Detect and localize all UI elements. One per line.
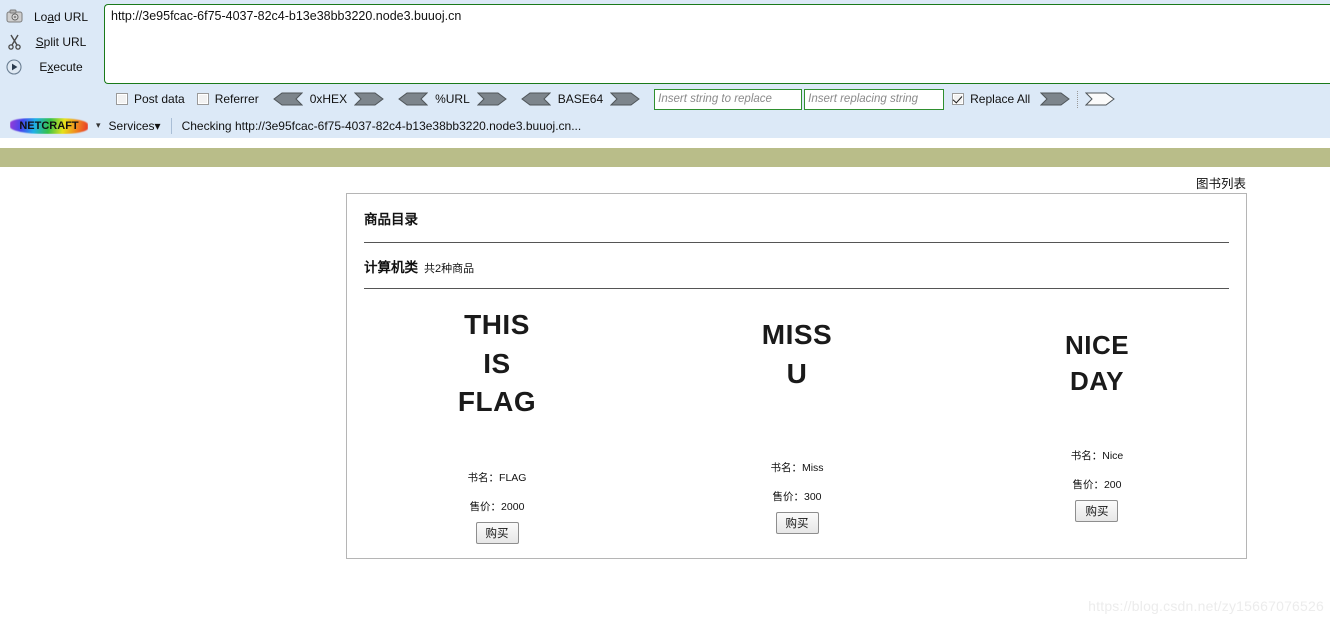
post-data-checkbox[interactable]: Post data: [116, 92, 185, 106]
url-input[interactable]: http://3e95fcac-6f75-4037-82c4-b13e38bb3…: [104, 4, 1330, 84]
split-url-label: Split URL: [35, 34, 87, 49]
product-name: 书名：Miss: [770, 462, 824, 474]
hackbar-options-row: Post data Referrer 0xHEX %URL BASE64 Ins…: [0, 86, 1330, 112]
referrer-checkbox[interactable]: Referrer: [196, 92, 259, 106]
load-url-label: Load URL: [33, 9, 89, 24]
url-input-value: http://3e95fcac-6f75-4037-82c4-b13e38bb3…: [111, 9, 462, 23]
product-meta: 书名：FLAG 售价：2000 购买: [467, 470, 527, 544]
post-data-checkbox-box[interactable]: [116, 93, 128, 105]
product-list: THIS IS FLAG 书名：FLAG 售价：2000 购买 MISS U 书…: [347, 306, 1248, 544]
split-url-button[interactable]: Split URL: [0, 29, 98, 54]
decode-left-arrow-icon[interactable]: [520, 92, 551, 106]
encoder-base64-group: BASE64: [520, 92, 640, 106]
encoder-hex-group: 0xHEX: [272, 92, 384, 106]
replace-apply-arrow-icon[interactable]: [1040, 92, 1071, 106]
product-name: 书名：FLAG: [467, 472, 527, 484]
toolbar-divider: [1077, 90, 1079, 108]
replace-to-input[interactable]: [804, 88, 945, 110]
cover-line: FLAG: [457, 386, 537, 418]
cover-line: U: [786, 357, 808, 389]
replace-from-input[interactable]: [654, 88, 803, 110]
category-divider: [364, 288, 1229, 289]
replace-all-checkbox[interactable]: Replace All: [952, 92, 1030, 106]
decode-left-arrow-icon[interactable]: [272, 92, 303, 106]
decode-left-arrow-icon[interactable]: [398, 92, 429, 106]
execute-button[interactable]: Execute: [0, 54, 98, 79]
page-content: 图书列表 商品目录 计算机类 共2种商品 THIS IS FLAG 书名：FLA…: [0, 167, 1330, 622]
product-price: 售价：2000: [469, 501, 525, 513]
product-name: 书名：Nice: [1070, 450, 1124, 462]
hackbar-command-column: Load URL Split URL Execute: [0, 4, 98, 79]
replace-all-label: Replace All: [970, 92, 1031, 106]
book-cover-image: NICE DAY: [1065, 306, 1129, 422]
encode-right-arrow-icon[interactable]: [610, 92, 640, 106]
referrer-checkbox-box[interactable]: [196, 93, 209, 105]
product-catalog-card: 商品目录 计算机类 共2种商品 THIS IS FLAG 书名：FLAG 售价：…: [346, 193, 1247, 559]
encoder-hex-label: 0xHEX: [309, 92, 348, 106]
netcraft-logo-text: NETCRAFT: [19, 119, 79, 132]
product-price: 售价：300: [772, 491, 822, 503]
product-item: NICE DAY 书名：Nice 售价：200 购买: [947, 306, 1247, 544]
chevron-down-icon[interactable]: ▾: [96, 120, 101, 131]
referrer-label: Referrer: [214, 92, 259, 106]
netcraft-logo[interactable]: NETCRAFT: [10, 117, 88, 134]
encoder-url-group: %URL: [398, 92, 507, 106]
load-url-icon: [4, 8, 24, 26]
book-cover-image: MISS U: [762, 306, 832, 422]
encode-right-arrow-icon[interactable]: [476, 92, 507, 106]
netcraft-toolbar: NETCRAFT ▾ Services▾ Checking http://3e9…: [0, 113, 1330, 138]
replace-all-checkbox-box[interactable]: [952, 93, 965, 105]
buy-button[interactable]: 购买: [475, 522, 519, 544]
execute-arrow-icon[interactable]: [1085, 92, 1116, 106]
cover-line: IS: [483, 347, 511, 379]
product-meta: 书名：Nice 售价：200 购买: [1070, 448, 1124, 522]
execute-label: Execute: [39, 59, 83, 74]
product-item: THIS IS FLAG 书名：FLAG 售价：2000 购买: [347, 306, 647, 544]
olive-separator-bar: [0, 148, 1330, 167]
cover-line: DAY: [1069, 365, 1124, 396]
watermark: https://blog.csdn.net/zy15667076526: [1088, 598, 1324, 614]
netcraft-services-label: Services: [108, 118, 155, 133]
book-cover-image: THIS IS FLAG: [458, 306, 536, 422]
netcraft-services-menu[interactable]: Services▾: [109, 119, 161, 133]
category-row: 计算机类 共2种商品: [347, 243, 1246, 276]
netcraft-divider: [170, 117, 172, 134]
product-meta: 书名：Miss 售价：300 购买: [770, 460, 824, 534]
product-price: 售价：200: [1072, 479, 1122, 491]
load-url-button[interactable]: Load URL: [0, 4, 98, 29]
cover-line: MISS: [761, 319, 833, 350]
cover-line: THIS: [464, 309, 530, 340]
post-data-label: Post data: [134, 92, 185, 106]
encoder-base64-label: BASE64: [557, 92, 604, 106]
page-title: 商品目录: [364, 212, 418, 227]
buy-button[interactable]: 购买: [775, 512, 819, 534]
buy-button[interactable]: 购买: [1075, 500, 1119, 522]
encode-right-arrow-icon[interactable]: [354, 92, 384, 106]
execute-play-icon: [4, 58, 24, 76]
netcraft-status-text: Checking http://3e95fcac-6f75-4037-82c4-…: [181, 118, 582, 133]
booklist-link[interactable]: 图书列表: [1196, 173, 1246, 192]
hackbar-toolbar: Load URL Split URL Execute http://3e95fc…: [0, 0, 1330, 138]
category-name: 计算机类: [364, 260, 418, 275]
category-count: 共2种商品: [424, 263, 475, 275]
encoder-url-label: %URL: [435, 92, 470, 106]
product-item: MISS U 书名：Miss 售价：300 购买: [647, 306, 947, 544]
scissors-icon: [4, 33, 24, 51]
cover-line: NICE: [1064, 330, 1130, 360]
